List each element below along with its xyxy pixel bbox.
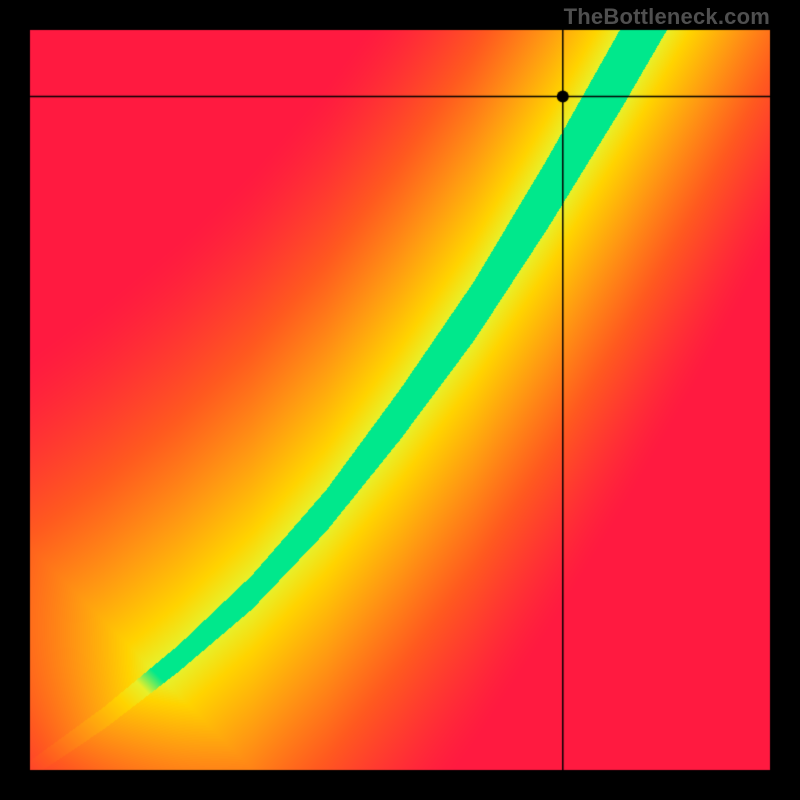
attribution-label: TheBottleneck.com: [564, 4, 770, 30]
chart-wrapper: TheBottleneck.com: [0, 0, 800, 800]
heatmap-canvas: [0, 0, 800, 800]
